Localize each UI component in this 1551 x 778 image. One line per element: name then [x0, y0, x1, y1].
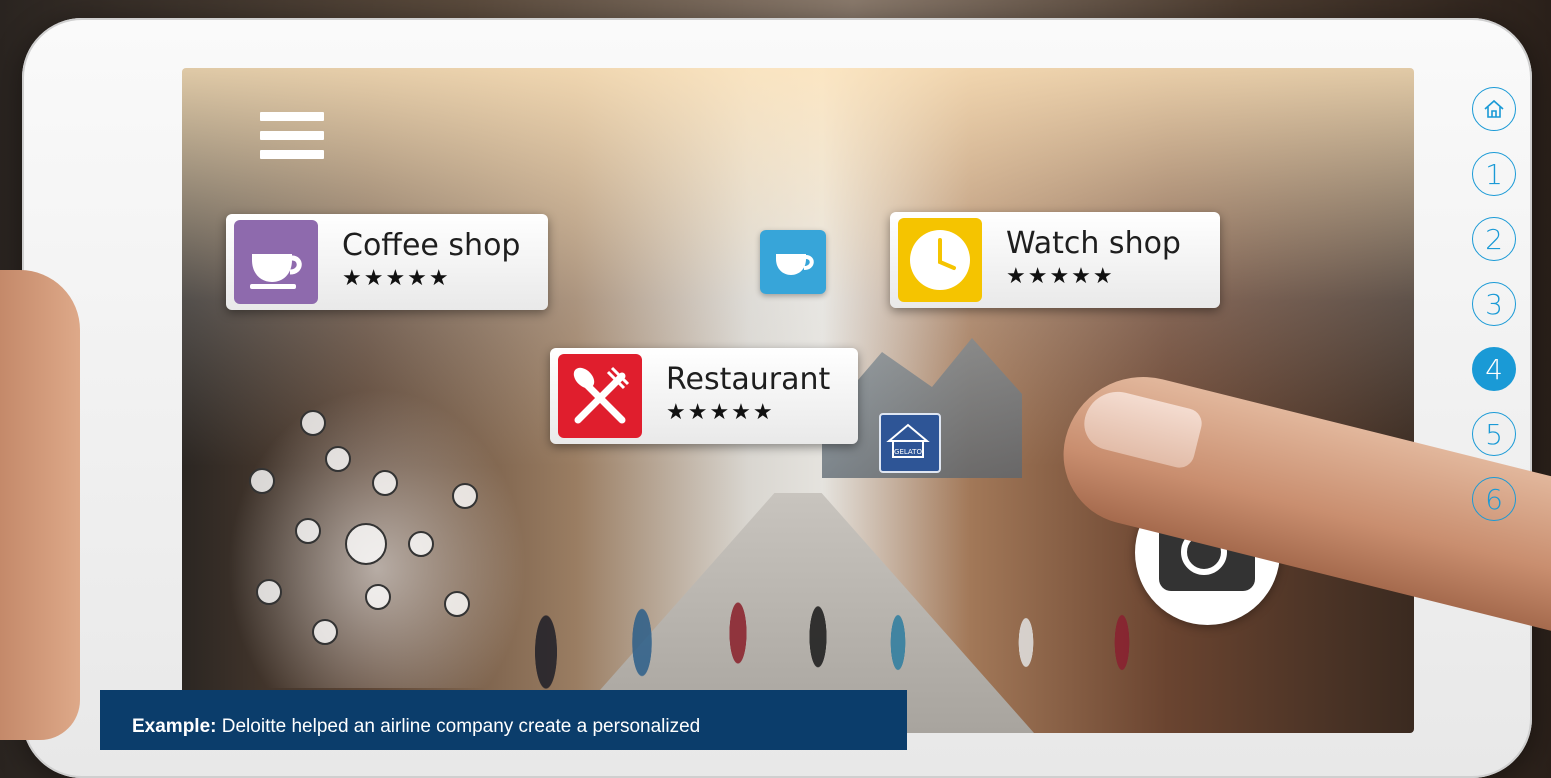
step-1-button[interactable]: 1: [1472, 152, 1516, 196]
scan-dot: [372, 470, 398, 496]
svg-text:GELATO: GELATO: [894, 448, 922, 456]
fork-knife-icon: [558, 354, 642, 438]
coffee-map-marker-icon[interactable]: [760, 230, 826, 294]
ar-scan-bubbles: [227, 388, 527, 688]
example-caption: Example: Deloitte helped an airline comp…: [100, 690, 907, 750]
clock-icon: [898, 218, 982, 302]
step-2-button[interactable]: 2: [1472, 217, 1516, 261]
star-rating: ★★★★★: [1006, 264, 1115, 289]
scan-dot: [295, 518, 321, 544]
ar-card-coffee-shop[interactable]: Coffee shop ★★★★★: [226, 214, 548, 310]
star-rating: ★★★★★: [342, 266, 451, 291]
scan-dot: [444, 591, 470, 617]
card-title: Coffee shop: [342, 228, 521, 263]
step-3-button[interactable]: 3: [1472, 282, 1516, 326]
scan-dot: [325, 446, 351, 472]
caption-text: Deloitte helped an airline company creat…: [221, 716, 701, 737]
caption-lead: Example:: [132, 716, 217, 737]
scan-dot: [256, 579, 282, 605]
scan-dot: [312, 619, 338, 645]
ar-card-restaurant[interactable]: Restaurant ★★★★★: [550, 348, 858, 444]
coffee-cup-icon: [234, 220, 318, 304]
left-thumb: [0, 270, 80, 740]
scan-dot: [365, 584, 391, 610]
step-navigation: 1 2 3 4 5 6: [1472, 87, 1518, 542]
star-rating: ★★★★★: [666, 400, 775, 425]
fingernail: [1078, 384, 1205, 471]
step-6-button[interactable]: 6: [1472, 477, 1516, 521]
card-title: Restaurant: [666, 362, 831, 397]
scan-dot-center: [345, 523, 387, 565]
scan-dot: [249, 468, 275, 494]
scan-dot: [408, 531, 434, 557]
ar-card-watch-shop[interactable]: Watch shop ★★★★★: [890, 212, 1220, 308]
hamburger-menu-icon[interactable]: [260, 112, 324, 160]
card-title: Watch shop: [1006, 226, 1181, 261]
step-5-button[interactable]: 5: [1472, 412, 1516, 456]
step-4-button[interactable]: 4: [1472, 347, 1516, 391]
scan-dot: [300, 410, 326, 436]
scan-dot: [452, 483, 478, 509]
home-icon[interactable]: [1472, 87, 1516, 131]
gelato-shop-icon[interactable]: GELATO: [879, 413, 941, 473]
